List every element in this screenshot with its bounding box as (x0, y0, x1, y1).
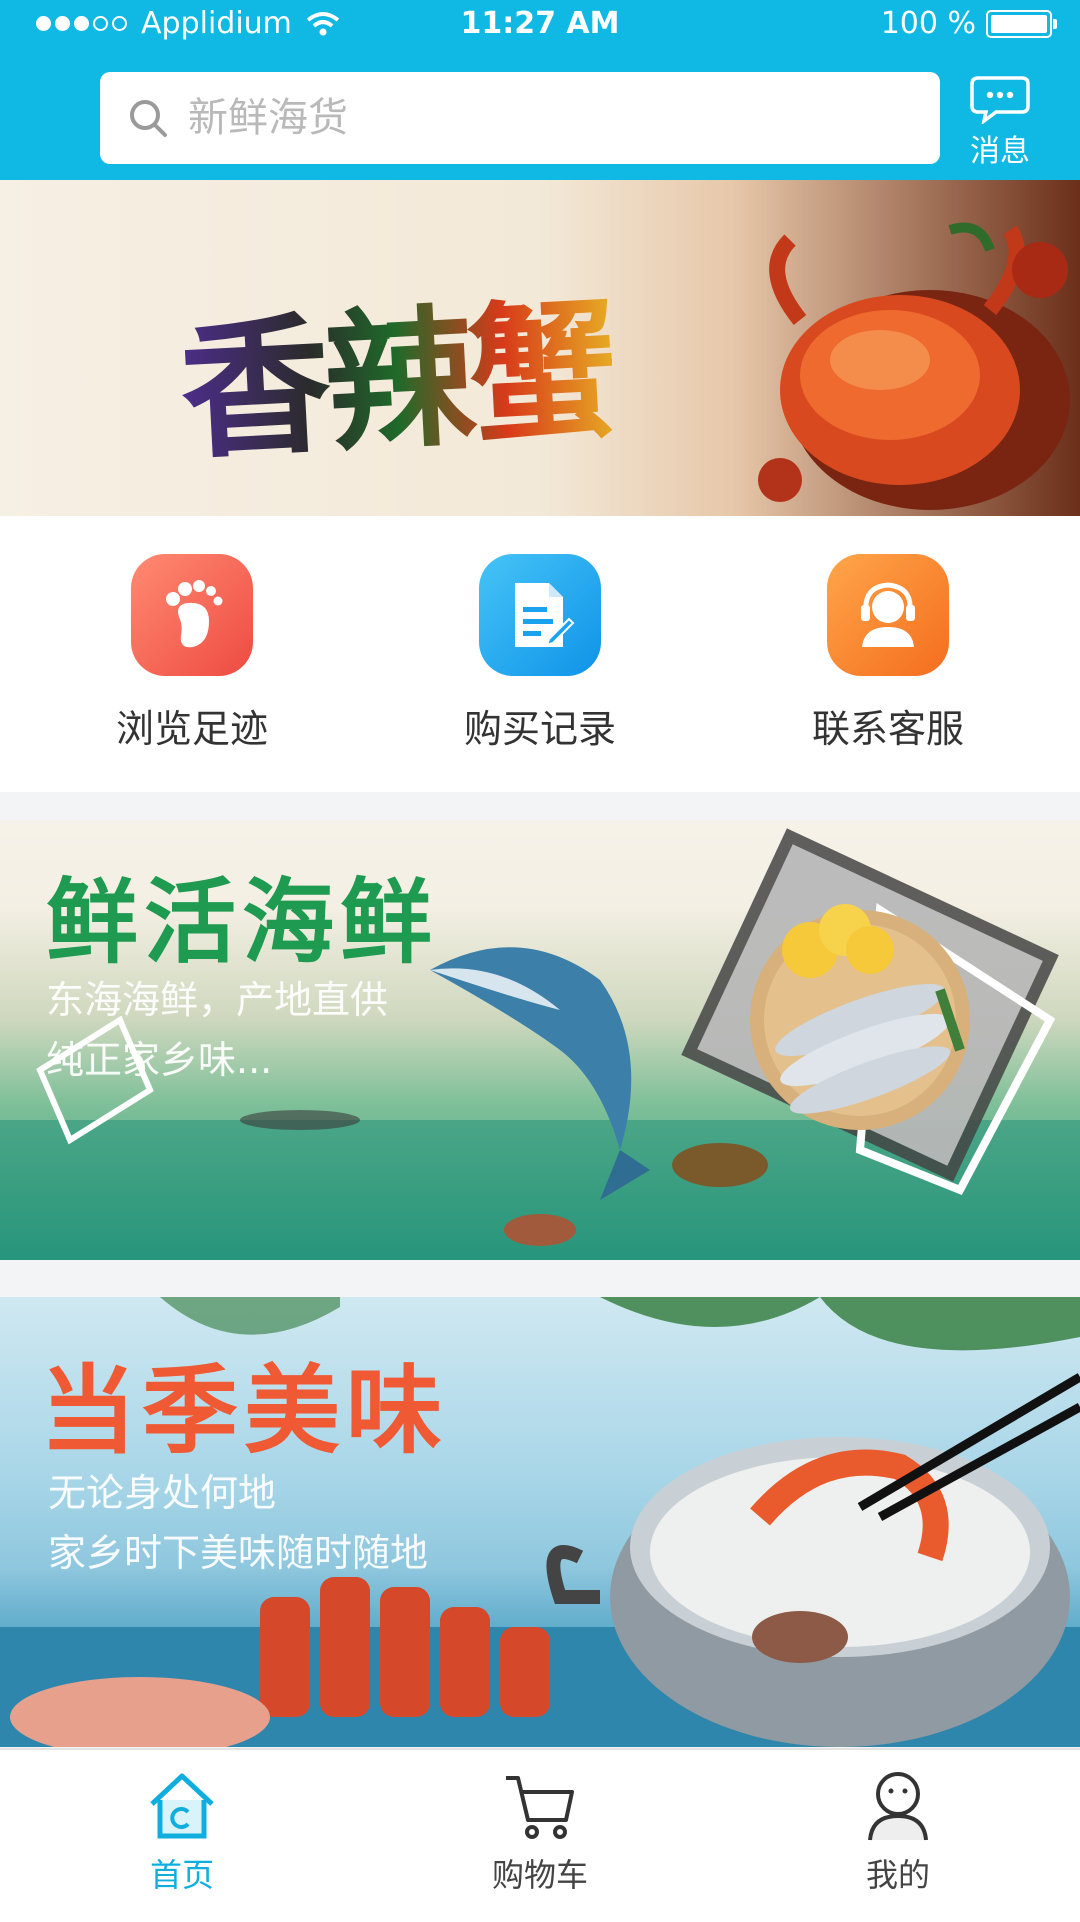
home-icon (150, 1773, 214, 1839)
tab-cart[interactable]: 购物车 (440, 1766, 640, 1896)
app-header: Applidium 11:27 AM 100 % 消息 (0, 0, 1080, 180)
hero-banner[interactable]: 香辣蟹 (0, 180, 1080, 516)
tab-label: 我的 (865, 1856, 930, 1894)
shortcut-purchase-history[interactable]: 购买记录 (420, 554, 660, 753)
shortcut-row: 浏览足迹 购买记录 联系客服 (0, 516, 1080, 792)
search-icon (130, 100, 167, 137)
tab-home[interactable]: 首页 (82, 1766, 282, 1896)
shortcut-label: 联系客服 (811, 707, 964, 751)
shortcut-label: 购买记录 (463, 707, 616, 751)
promo-line: 纯正家乡味... (46, 1038, 273, 1082)
promo-title: 鲜活海鲜 (46, 868, 439, 976)
tab-profile[interactable]: 我的 (798, 1766, 998, 1896)
tab-label: 购物车 (491, 1856, 588, 1894)
shortcut-browse-history[interactable]: 浏览足迹 (72, 554, 312, 753)
document-icon (479, 554, 601, 676)
promo-card-fresh-seafood[interactable]: 鲜活海鲜 东海海鲜，产地直供 纯正家乡味... (0, 820, 1080, 1260)
promo-subtitle: 东海海鲜，产地直供 纯正家乡味... (46, 970, 388, 1090)
promo-card-seasonal[interactable]: 当季美味 无论身处何地 家乡时下美味随时随地 (0, 1297, 1080, 1747)
promo-subtitle: 无论身处何地 家乡时下美味随时随地 (48, 1463, 428, 1583)
promo-line: 无论身处何地 (48, 1471, 277, 1515)
bottom-tab-bar: 首页 购物车 我的 (0, 1748, 1080, 1922)
footprint-icon (131, 554, 253, 676)
message-button[interactable]: 消息 (960, 74, 1040, 174)
profile-icon (868, 1772, 928, 1841)
message-icon (970, 76, 1030, 124)
customer-service-icon (827, 554, 949, 676)
battery-percent: 100 % (880, 6, 976, 41)
banner-title: 香辣蟹 (175, 249, 618, 488)
search-bar[interactable] (100, 72, 940, 164)
promo-line: 东海海鲜，产地直供 (46, 978, 389, 1022)
promo-line: 家乡时下美味随时随地 (48, 1531, 429, 1575)
cart-icon (506, 1776, 574, 1839)
crab-image (758, 222, 1070, 510)
battery-icon (986, 9, 1057, 38)
tab-label: 首页 (149, 1856, 214, 1894)
status-battery: 100 % (880, 6, 1057, 41)
promo-title: 当季美味 (40, 1354, 448, 1467)
search-input[interactable] (186, 94, 890, 142)
shortcut-customer-service[interactable]: 联系客服 (768, 554, 1008, 753)
message-label: 消息 (970, 134, 1030, 169)
shortcut-label: 浏览足迹 (115, 707, 268, 751)
